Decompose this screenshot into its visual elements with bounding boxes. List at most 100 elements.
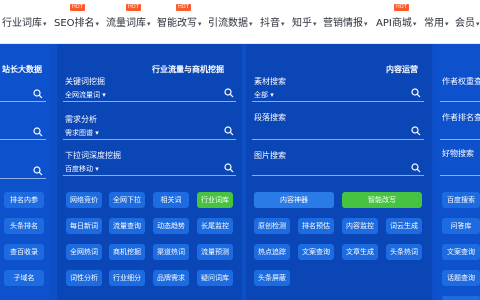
nav-label: 会员 [455,18,475,29]
chevron-down-icon: ▾ [95,20,100,28]
column-title: 行业流量与商机挖掘 [152,65,224,74]
nav-label: 抖音 [260,18,280,29]
search-icon[interactable] [411,126,421,136]
input-underline [63,175,236,176]
tool-button[interactable]: 网络竞价 [66,192,102,208]
tool-button[interactable]: 全网下拉 [109,192,145,208]
input-underline [440,175,480,176]
search-icon[interactable] [33,127,43,137]
search-icon[interactable] [411,163,421,173]
tool-button[interactable]: 排名预估 [298,218,334,234]
input-underline [440,139,480,140]
tool-button[interactable]: 头条屏蔽 [254,270,290,286]
nav-item-douyin[interactable]: 抖音▾ [260,14,285,29]
field-label-author-weight: 作者权重查 [442,77,480,86]
hot-badge: HOT [394,4,409,11]
search-icon[interactable] [33,166,43,176]
hot-badge: HOT [70,4,85,11]
tool-button[interactable]: 词性分析 [66,270,102,286]
tool-button[interactable]: 查百收录 [4,244,44,260]
nav-label: 智能改写 [157,18,197,29]
tool-button[interactable]: 问答库 [442,218,480,234]
input-underline [252,139,424,140]
input-underline [0,101,46,102]
tool-button[interactable]: 流量查询 [109,218,145,234]
column-author-tools: 作者权重查 作者排名查 好物搜索 百度搜索 问答库 文案查询 话题查询 [436,44,480,300]
nav-item-api-store[interactable]: API商城▾ [376,14,416,29]
field-label-demand-analysis: 需求分析 [65,115,97,124]
nav-label: 知乎 [292,18,312,29]
tool-button[interactable]: 词云生成 [386,218,422,234]
nav-item-industry-words[interactable]: 行业词库▾ [2,14,47,29]
tool-button[interactable]: 头条热词 [386,244,422,260]
nav-item-traffic-data[interactable]: 引流数据▾ [208,14,253,29]
content-tool-button[interactable]: 内容神器 [254,192,334,208]
nav-item-traffic-words[interactable]: 流量词库▾ [106,14,151,29]
tool-button[interactable]: 排名内参 [4,192,44,208]
input-underline [252,175,424,176]
tool-button[interactable]: 流量预测 [197,244,233,260]
nav-item-seo-rank[interactable]: SEO排名▾ [54,14,99,29]
tool-button[interactable]: 原创检测 [254,218,290,234]
select-search-engine[interactable]: 百度移动 ▾ [65,164,99,174]
input-underline [252,101,424,102]
select-material-type[interactable]: 全部 ▾ [254,90,274,100]
tool-button[interactable]: 热点追踪 [254,244,290,260]
tool-button[interactable]: 头条排名 [4,218,44,234]
nav-label: 引流数据 [208,18,248,29]
tool-button[interactable]: 长尾监控 [197,218,233,234]
search-icon[interactable] [224,163,234,173]
tool-button[interactable]: 行业细分 [109,270,145,286]
nav-label: 营销情报 [323,18,363,29]
input-underline [0,178,46,179]
tool-button[interactable]: 百度搜索 [442,192,480,208]
chevron-down-icon: ▾ [147,20,151,28]
tool-button[interactable]: 渠道热词 [153,244,189,260]
tool-button[interactable]: 疑问词库 [197,270,233,286]
chevron-down-icon: ▾ [249,20,253,28]
search-icon[interactable] [33,89,43,99]
nav-label: SEO排名 [54,18,95,29]
tool-button[interactable]: 文案查询 [442,244,480,260]
chevron-down-icon: ▾ [476,20,480,28]
nav-label: 流量词库 [106,18,146,29]
hot-badge: HOT [176,4,191,11]
search-icon[interactable] [224,126,234,136]
column-content-operations: 内容运营 素材搜索 全部 ▾ 段落搜索 图片搜索 内容神器 智能改写 原创检测 … [246,44,432,300]
tool-button-industry-words[interactable]: 行业词库 [197,192,233,208]
smart-rewrite-button[interactable]: 智能改写 [342,192,422,208]
nav-item-marketing-intel[interactable]: 营销情报▾ [323,14,368,29]
input-underline [0,139,46,140]
tool-button[interactable] [442,296,480,300]
field-label-keyword-mining: 关键词挖掘 [65,77,105,86]
tool-button[interactable]: 话题查询 [442,270,480,286]
input-underline [63,139,236,140]
chevron-down-icon: ▾ [412,20,417,28]
chevron-down-icon: ▾ [313,20,317,28]
tool-button[interactable]: 内容监控 [342,218,378,234]
tool-button[interactable]: 每日新词 [66,218,102,234]
tool-button[interactable]: 文案查询 [298,244,334,260]
tool-button[interactable]: 全网热词 [66,244,102,260]
main-panel: 站长大数据 排名内参 头条排名 查百收录 子域名 行业流量与商机挖掘 关键词挖掘… [0,44,480,300]
tool-button[interactable]: 相关词 [153,192,189,208]
tool-button[interactable]: 动态趋势 [153,218,189,234]
search-icon[interactable] [224,88,234,98]
top-navigation: 行业词库▾ HOT SEO排名▾ HOT 流量词库▾ HOT 智能改写▾ 引流数… [0,0,480,44]
search-icon[interactable] [411,88,421,98]
input-underline [63,101,236,102]
field-label-goods-search: 好物搜索 [442,149,474,158]
select-keyword-source[interactable]: 全网流量词 ▾ [65,90,106,100]
select-demand-type[interactable]: 需求图谱 ▾ [65,128,99,138]
nav-item-common[interactable]: 常用▾ [424,14,449,29]
chevron-down-icon: ▾ [43,20,47,28]
tool-button[interactable]: 商机挖掘 [109,244,145,260]
field-label-paragraph-search: 段落搜索 [254,113,286,122]
nav-item-member[interactable]: 会员▾ [455,14,480,29]
nav-item-smart-rewrite[interactable]: 智能改写▾ [157,14,202,29]
nav-item-zhihu[interactable]: 知乎▾ [292,14,317,29]
tool-button[interactable]: 文章生成 [342,244,378,260]
tool-button[interactable]: 子域名 [4,270,44,286]
nav-label: 常用 [424,18,444,29]
tool-button[interactable]: 品牌需求 [153,270,189,286]
